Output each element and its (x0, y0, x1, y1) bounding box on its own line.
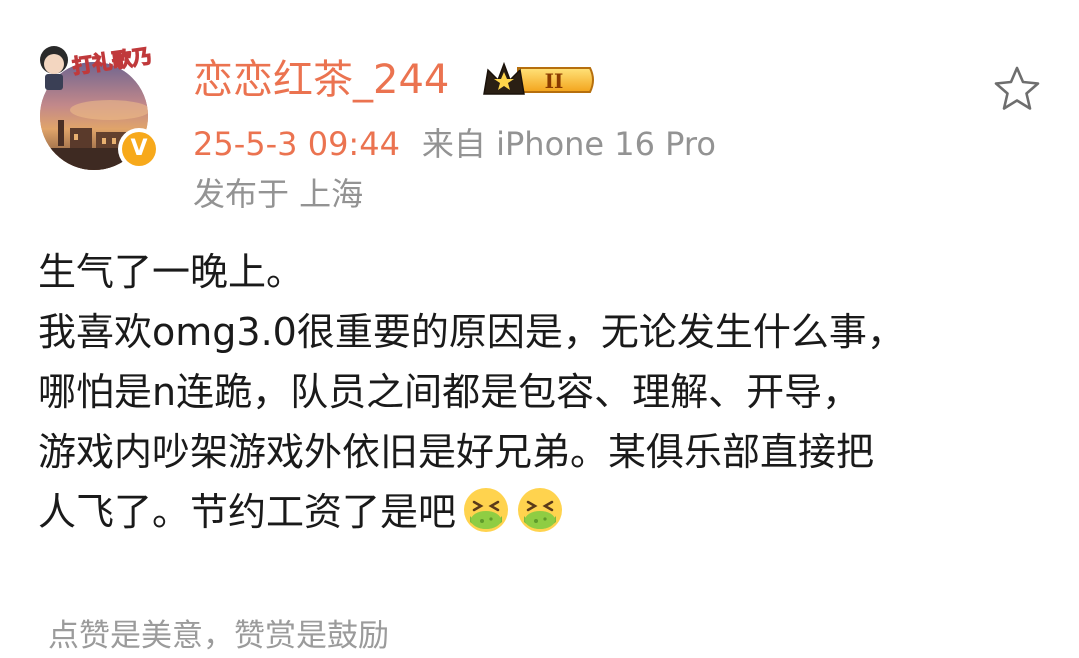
author-avatar-area[interactable]: 打礼歌乃 V (40, 43, 160, 178)
nauseated-face-emoji (518, 488, 563, 532)
content-line: 游戏内吵架游戏外依旧是好兄弟。某俱乐部直接把 (38, 430, 875, 474)
star-outline-icon[interactable] (992, 64, 1042, 114)
reward-hint: 点赞是美意，赞赏是鼓励 (48, 618, 389, 654)
crown-badge-icon[interactable]: II (480, 58, 598, 102)
content-line: 生气了一晚上。 (38, 250, 305, 294)
content-line: 哪怕是n连跪，队员之间都是包容、理解、开导， (38, 370, 861, 414)
post-meta: 25-5-3 09:44 来自 iPhone 16 Pro (193, 122, 716, 166)
verified-v-icon: V (122, 132, 156, 166)
content-line-last: 人飞了。节约工资了是吧 (38, 482, 1048, 542)
weibo-post: 打礼歌乃 V 恋恋红茶_244 II 25-5-3 09:44 来自 iPhone… (0, 0, 1079, 658)
post-time[interactable]: 25-5-3 09:44 (193, 125, 400, 163)
post-content: 生气了一晚上。 我喜欢omg3.0很重要的原因是，无论发生什么事， 哪怕是n连跪… (38, 242, 1048, 542)
svg-text:打礼歌乃: 打礼歌乃 (71, 44, 154, 79)
content-line: 我喜欢omg3.0很重要的原因是，无论发生什么事， (38, 310, 905, 354)
content-line-text: 人飞了。节约工资了是吧 (38, 490, 457, 534)
verified-badge: V (118, 128, 160, 170)
post-location: 发布于 上海 (193, 175, 364, 213)
author-username[interactable]: 恋恋红茶_244 (193, 52, 449, 108)
svg-text:II: II (545, 69, 564, 93)
avatar-decoration: 打礼歌乃 (40, 43, 154, 90)
post-source: 来自 iPhone 16 Pro (421, 125, 716, 163)
nauseated-face-emoji (464, 488, 509, 532)
